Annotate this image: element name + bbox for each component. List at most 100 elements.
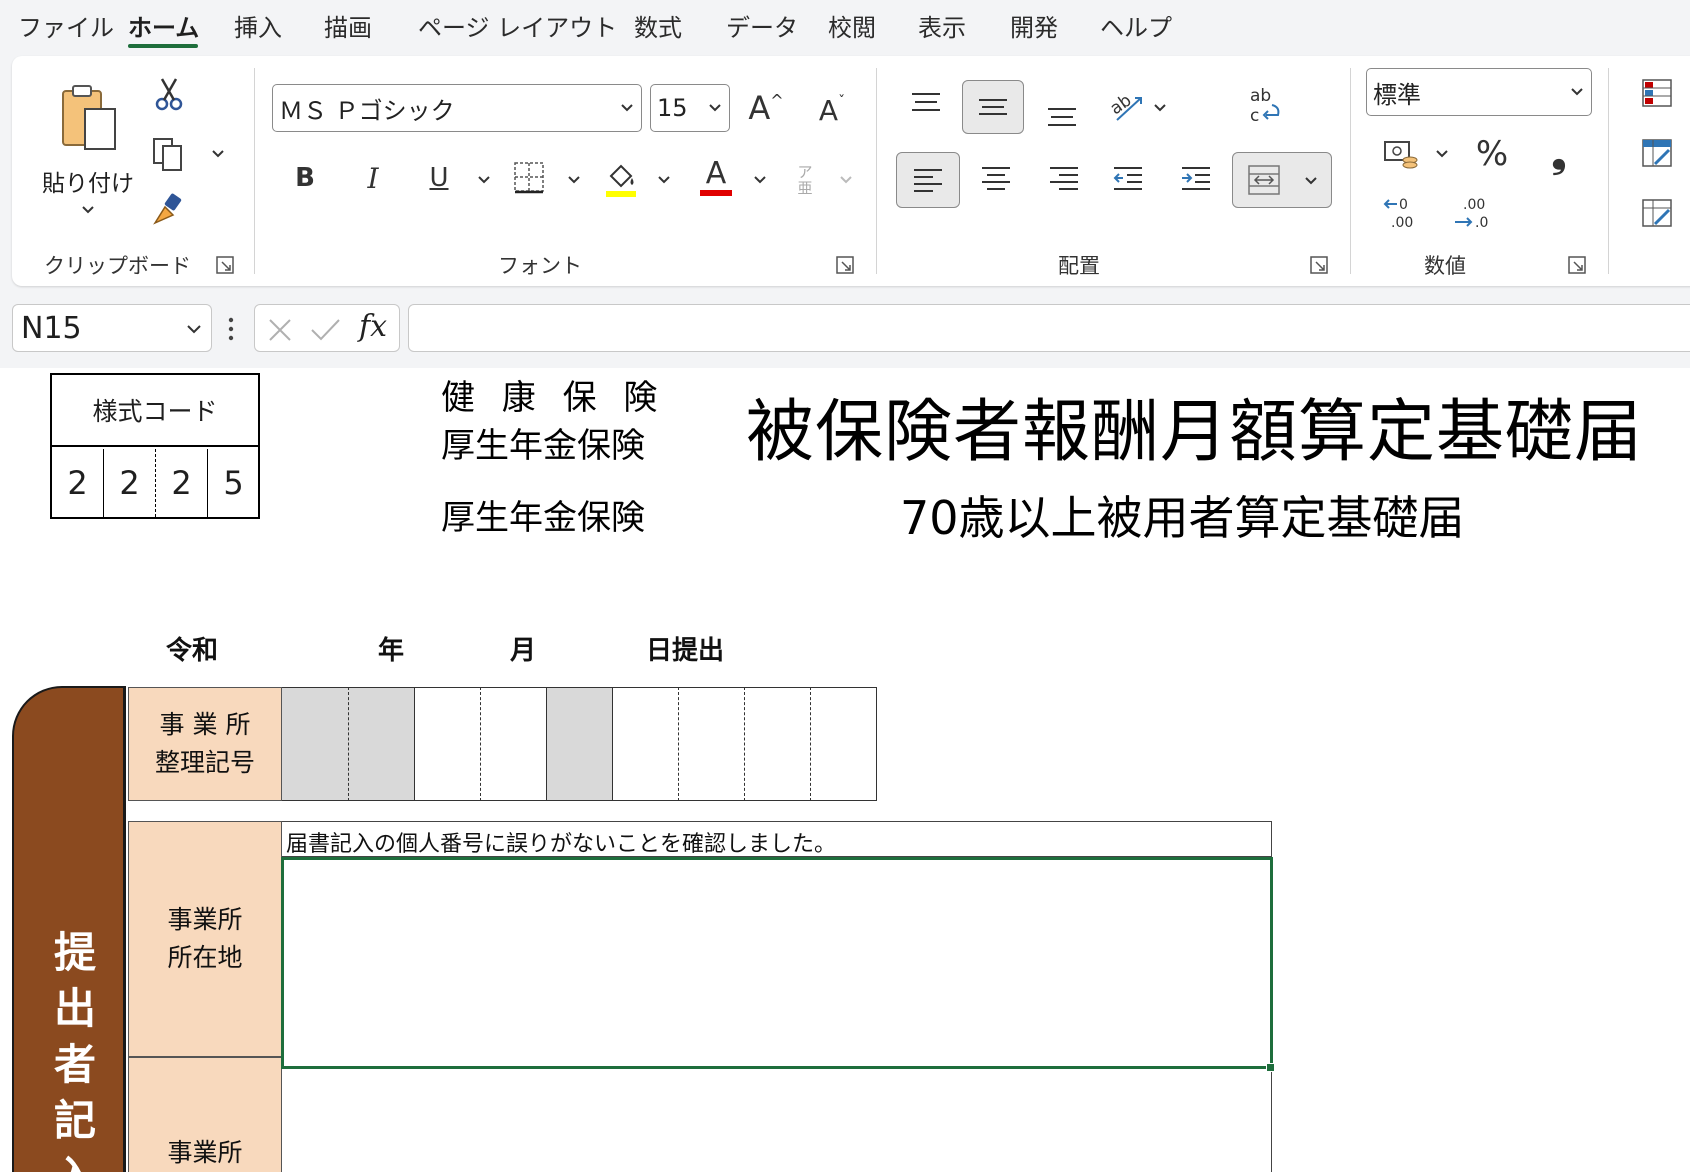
alignment-launcher-icon[interactable] <box>1310 256 1328 274</box>
font-name-dropdown[interactable]: ＭＳ Ｐゴシック <box>272 84 642 132</box>
align-center-icon[interactable] <box>976 158 1016 198</box>
office-code-cell[interactable] <box>348 687 414 801</box>
conditional-formatting-icon[interactable] <box>1640 76 1674 110</box>
accounting-format-icon[interactable] <box>1380 134 1422 174</box>
office-code-cell[interactable] <box>612 687 678 801</box>
formula-bar-grip-icon[interactable] <box>228 312 234 346</box>
name-box[interactable]: N15 <box>12 304 212 352</box>
tab-file[interactable]: ファイル <box>18 8 114 43</box>
number-launcher-icon[interactable] <box>1568 256 1586 274</box>
tab-home[interactable]: ホーム <box>128 8 199 43</box>
format-painter-icon[interactable] <box>150 192 186 228</box>
paste-icon[interactable] <box>56 82 122 154</box>
decrease-decimal-icon[interactable]: .00.0 <box>1450 192 1492 232</box>
pension-insurance-label: 厚生年金保険 <box>441 426 645 466</box>
align-left-button[interactable] <box>896 152 960 208</box>
font-launcher-icon[interactable] <box>836 256 854 274</box>
accounting-dropdown-chevron-icon[interactable] <box>1434 146 1450 162</box>
increase-decimal-icon[interactable]: 0.00 <box>1380 192 1422 232</box>
group-separator <box>1608 68 1609 274</box>
fill-color-dropdown-chevron-icon[interactable] <box>656 172 672 188</box>
tab-review[interactable]: 校閲 <box>828 8 876 43</box>
wrap-text-icon[interactable]: ab c <box>1244 84 1284 128</box>
chevron-down-icon <box>621 104 633 112</box>
chevron-down-icon <box>1571 88 1583 96</box>
underline-dropdown-chevron-icon[interactable] <box>476 172 492 188</box>
office-code-cell[interactable] <box>282 687 348 801</box>
merge-cells-icon <box>1248 165 1280 195</box>
increase-font-size-icon[interactable]: A ^ <box>744 86 788 130</box>
furigana-glyph: ア亜 <box>797 163 813 197</box>
italic-button[interactable]: I <box>356 158 390 198</box>
tab-view[interactable]: 表示 <box>918 8 966 43</box>
tab-developer[interactable]: 開発 <box>1010 8 1058 43</box>
paste-dropdown-chevron-icon[interactable] <box>80 202 96 218</box>
font-color-icon[interactable]: A <box>696 156 736 198</box>
tab-insert[interactable]: 挿入 <box>234 8 282 43</box>
tab-draw[interactable]: 描画 <box>324 8 372 43</box>
selected-cell-office-address[interactable] <box>281 857 1273 1069</box>
formula-input[interactable] <box>408 304 1690 352</box>
office-code-cell[interactable] <box>744 687 810 801</box>
furigana-icon[interactable]: ア亜 <box>790 160 820 200</box>
orientation-icon[interactable]: ab <box>1106 86 1146 126</box>
number-format-dropdown[interactable]: 標準 <box>1366 68 1592 116</box>
office-code-cell[interactable] <box>546 687 612 801</box>
merge-center-button[interactable] <box>1232 152 1332 208</box>
cell-border <box>744 687 745 801</box>
tab-help[interactable]: ヘルプ <box>1100 8 1172 43</box>
date-day-label: 日提出 <box>646 636 725 666</box>
group-separator <box>1350 68 1351 274</box>
office-code-cell[interactable] <box>414 687 480 801</box>
active-tab-indicator <box>128 44 198 48</box>
office-code-cell[interactable] <box>480 687 546 801</box>
health-insurance-label: 健 康 保 険 <box>441 378 666 418</box>
clipboard-launcher-icon[interactable] <box>216 256 234 274</box>
cut-scissors-icon[interactable] <box>152 74 186 114</box>
insert-function-fx-icon[interactable]: fx <box>359 309 387 344</box>
tab-data[interactable]: データ <box>726 8 798 43</box>
bold-button[interactable]: B <box>288 158 322 198</box>
increase-indent-icon[interactable] <box>1176 158 1216 198</box>
bottom-align-icon[interactable] <box>1042 94 1082 134</box>
comma-style-button[interactable]: ❟ <box>1544 132 1574 176</box>
furigana-dropdown-chevron-icon[interactable] <box>838 172 854 188</box>
fill-handle[interactable] <box>1266 1063 1275 1072</box>
borders-icon[interactable] <box>512 160 546 196</box>
decrease-indent-icon[interactable] <box>1108 158 1148 198</box>
paste-label[interactable]: 貼り付け <box>42 164 134 198</box>
copy-dropdown-chevron-icon[interactable] <box>210 146 226 162</box>
align-right-icon[interactable] <box>1044 158 1084 198</box>
enter-check-icon[interactable] <box>309 317 341 343</box>
format-as-table-icon[interactable] <box>1640 136 1674 170</box>
borders-dropdown-chevron-icon[interactable] <box>566 172 582 188</box>
office-code-cell[interactable] <box>678 687 744 801</box>
decrease-font-size-icon[interactable]: Aˇ <box>810 88 854 132</box>
tab-page-layout[interactable]: ページ レイアウト <box>418 8 617 43</box>
cancel-x-icon[interactable] <box>267 317 293 343</box>
fill-color-icon[interactable] <box>602 160 640 198</box>
form-code-box[interactable]: 様式コード 2 2 2 5 <box>50 373 260 519</box>
cell-border <box>348 687 349 801</box>
copy-icon[interactable] <box>150 134 186 174</box>
font-size-dropdown[interactable]: 15 <box>650 84 730 132</box>
percent-style-button[interactable]: % <box>1472 134 1512 174</box>
date-year-label: 年 <box>378 636 405 666</box>
cell-styles-icon[interactable] <box>1640 196 1674 230</box>
office-code-cell[interactable] <box>810 687 876 801</box>
formula-bar-buttons: fx <box>254 304 400 352</box>
font-color-dropdown-chevron-icon[interactable] <box>752 172 768 188</box>
menu-bar: ファイル ホーム 挿入 描画 ページ レイアウト 数式 データ 校閲 表示 開発… <box>0 0 1690 54</box>
office-code-label-line1: 事 業 所 <box>159 710 251 739</box>
svg-text:0: 0 <box>1399 197 1408 213</box>
office-code-label-line2: 整理記号 <box>154 748 255 777</box>
middle-align-button[interactable] <box>962 80 1024 134</box>
orientation-dropdown-chevron-icon[interactable] <box>1152 100 1168 116</box>
chevron-down-icon <box>1305 177 1317 185</box>
top-align-icon[interactable] <box>906 84 946 124</box>
font-size-value: 15 <box>657 94 688 122</box>
chevron-down-icon <box>187 325 201 334</box>
underline-button[interactable]: U <box>422 158 456 198</box>
tab-formulas[interactable]: 数式 <box>634 8 682 43</box>
name-box-value: N15 <box>21 310 82 346</box>
